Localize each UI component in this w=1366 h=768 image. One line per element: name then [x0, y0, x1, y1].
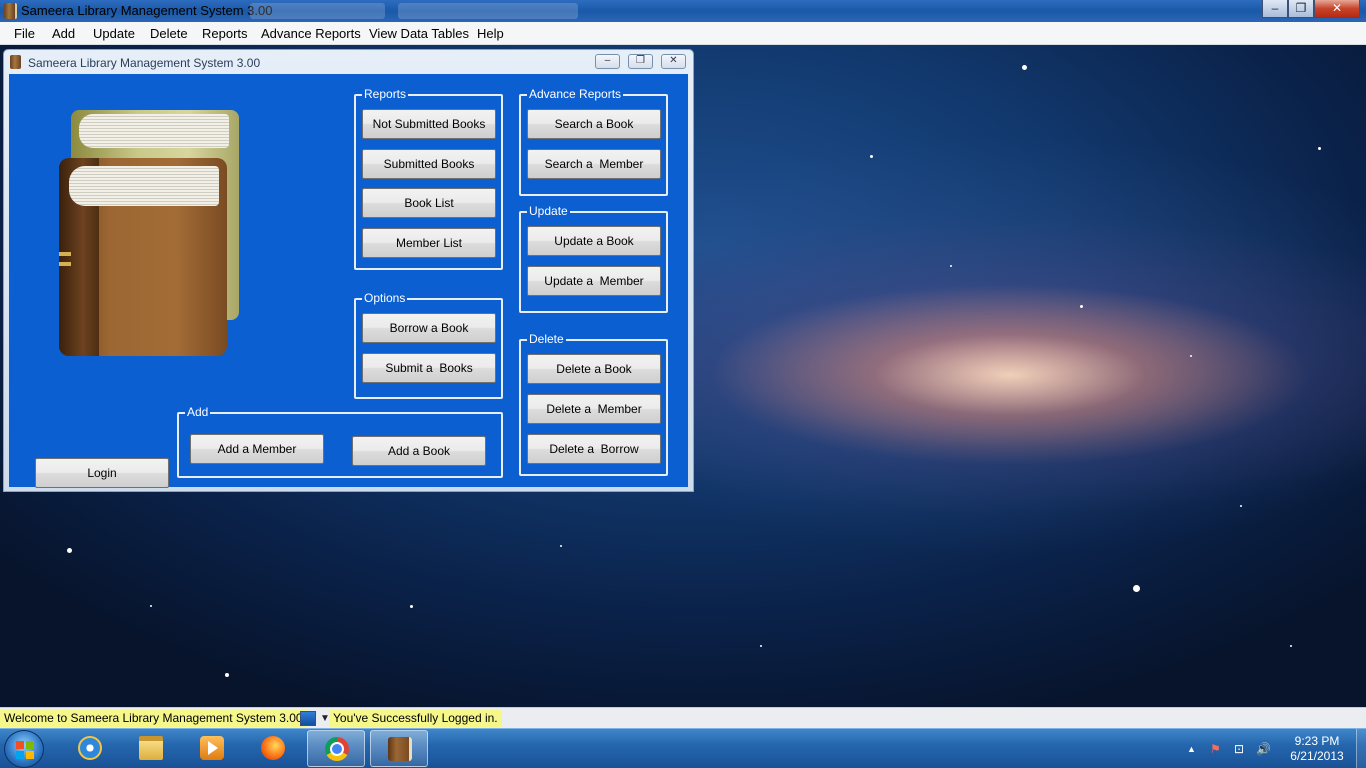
child-client-area: Reports Not Submitted Books Submitted Bo… [9, 74, 688, 488]
star [150, 605, 152, 607]
update-group-label: Update [527, 204, 570, 218]
add-group: Add Add a Member Add a Book [177, 405, 503, 478]
menu-advance-reports[interactable]: Advance Reports [261, 26, 361, 41]
update-group: Update Update a Book Update a Member [519, 204, 668, 313]
volume-icon[interactable]: 🔊 [1256, 742, 1271, 756]
minimize-button[interactable]: – [1262, 0, 1288, 18]
book-list-button[interactable]: Book List [362, 188, 496, 218]
menu-bar: File Add Update Delete Reports Advance R… [0, 22, 1366, 45]
library-app-icon [388, 737, 412, 761]
taskbar-library-app[interactable] [370, 730, 428, 767]
show-desktop-button[interactable] [1356, 729, 1366, 768]
star [225, 673, 229, 677]
delete-group: Delete Delete a Book Delete a Member Del… [519, 332, 668, 476]
star [1080, 305, 1083, 308]
child-window-title: Sameera Library Management System 3.00 [28, 56, 261, 70]
clock-date: 6/21/2013 [1290, 749, 1344, 763]
firefox-icon [261, 736, 285, 760]
start-button[interactable] [4, 730, 44, 768]
reports-group: Reports Not Submitted Books Submitted Bo… [354, 87, 503, 270]
child-restore-button[interactable]: ❐ [628, 54, 653, 69]
options-group-label: Options [362, 291, 408, 305]
menu-delete[interactable]: Delete [150, 26, 188, 41]
taskbar: ▲ ⚑ ⊡ 🔊 9:23 PM 6/21/2013 [0, 728, 1366, 768]
child-minimize-button[interactable]: – [595, 54, 620, 69]
submit-books-button[interactable]: Submit a Books [362, 353, 496, 383]
borrow-a-book-button[interactable]: Borrow a Book [362, 313, 496, 343]
main-window-title: Sameera Library Management System 3.00 [21, 3, 273, 18]
login-button[interactable]: Login [35, 458, 169, 488]
taskbar-chrome[interactable] [307, 730, 365, 767]
delete-a-member-button[interactable]: Delete a Member [527, 394, 661, 424]
star [410, 605, 413, 608]
star [1318, 147, 1321, 150]
not-submitted-books-button[interactable]: Not Submitted Books [362, 109, 496, 139]
chrome-icon [325, 737, 349, 761]
update-a-member-button[interactable]: Update a Member [527, 266, 661, 296]
star [760, 645, 762, 647]
submitted-books-button[interactable]: Submitted Books [362, 149, 496, 179]
status-dropdown-icon[interactable] [300, 711, 316, 726]
add-a-member-button[interactable]: Add a Member [190, 434, 324, 464]
star [870, 155, 873, 158]
status-message: You've Successfully Logged in. [329, 710, 502, 727]
star [1133, 585, 1140, 592]
child-window: Sameera Library Management System 3.00 –… [3, 49, 694, 492]
search-a-book-button[interactable]: Search a Book [527, 109, 661, 139]
advance-reports-group: Advance Reports Search a Book Search a M… [519, 87, 668, 196]
show-hidden-icons-icon[interactable]: ▲ [1187, 744, 1196, 754]
internet-explorer-icon [78, 736, 102, 760]
status-bar: Welcome to Sameera Library Management Sy… [0, 707, 1366, 728]
taskbar-firefox[interactable] [244, 730, 302, 767]
star [950, 265, 952, 267]
books-logo [39, 88, 279, 368]
taskbar-media-player[interactable] [183, 730, 241, 767]
clock[interactable]: 9:23 PM 6/21/2013 [1284, 734, 1350, 764]
menu-view-data-tables[interactable]: View Data Tables [369, 26, 469, 41]
star [1290, 645, 1292, 647]
action-center-flag-icon[interactable]: ⚑ [1210, 742, 1221, 756]
delete-a-borrow-button[interactable]: Delete a Borrow [527, 434, 661, 464]
add-a-book-button[interactable]: Add a Book [352, 436, 486, 466]
menu-file[interactable]: File [14, 26, 35, 41]
search-a-member-button[interactable]: Search a Member [527, 149, 661, 179]
clock-time: 9:23 PM [1294, 734, 1340, 748]
reports-group-label: Reports [362, 87, 409, 101]
library-book-icon [4, 3, 17, 19]
advance-reports-group-label: Advance Reports [527, 87, 624, 101]
windows-logo-icon [16, 741, 34, 759]
background-tab [398, 3, 578, 19]
close-button[interactable]: ✕ [1314, 0, 1360, 18]
star [1022, 65, 1027, 70]
network-icon[interactable]: ⊡ [1234, 742, 1244, 756]
status-welcome: Welcome to Sameera Library Management Sy… [0, 710, 307, 727]
menu-reports[interactable]: Reports [202, 26, 248, 41]
menu-add[interactable]: Add [52, 26, 75, 41]
update-a-book-button[interactable]: Update a Book [527, 226, 661, 256]
star [560, 545, 562, 547]
child-close-button[interactable]: ✕ [661, 54, 686, 69]
background-tab [250, 3, 385, 19]
star [1240, 505, 1242, 507]
windows-explorer-icon [139, 736, 163, 760]
taskbar-internet-explorer[interactable] [61, 730, 119, 767]
delete-a-book-button[interactable]: Delete a Book [527, 354, 661, 384]
menu-help[interactable]: Help [477, 26, 504, 41]
main-title-bar[interactable]: Sameera Library Management System 3.00 –… [0, 0, 1366, 22]
media-player-icon [200, 736, 224, 760]
options-group: Options Borrow a Book Submit a Books [354, 291, 503, 399]
taskbar-windows-explorer[interactable] [122, 730, 180, 767]
library-book-icon [10, 55, 21, 69]
restore-button[interactable]: ❐ [1288, 0, 1314, 18]
menu-update[interactable]: Update [93, 26, 135, 41]
member-list-button[interactable]: Member List [362, 228, 496, 258]
delete-group-label: Delete [527, 332, 566, 346]
add-group-label: Add [185, 405, 211, 419]
star [67, 548, 72, 553]
star [1190, 355, 1192, 357]
